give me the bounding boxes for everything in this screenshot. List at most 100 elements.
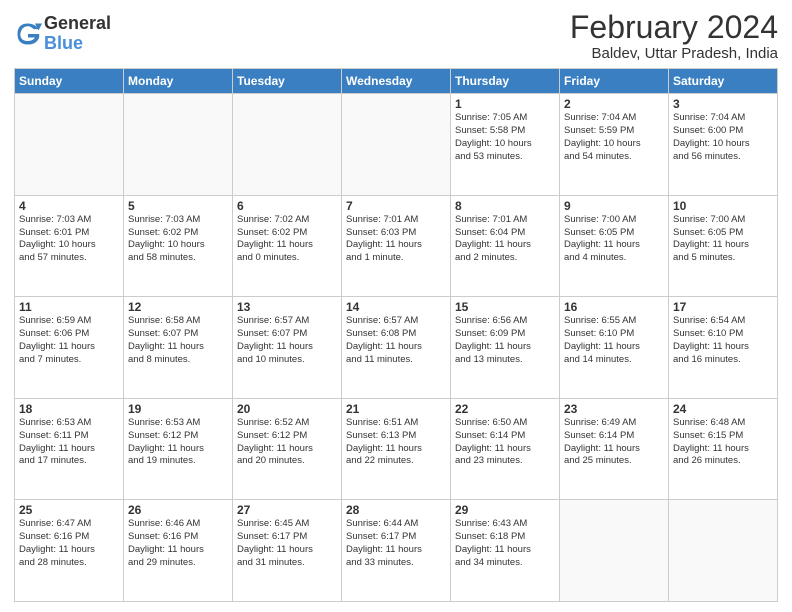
col-friday: Friday	[560, 69, 669, 94]
table-row: 2Sunrise: 7:04 AM Sunset: 5:59 PM Daylig…	[560, 94, 669, 196]
calendar-week-row: 4Sunrise: 7:03 AM Sunset: 6:01 PM Daylig…	[15, 195, 778, 297]
day-number: 27	[237, 503, 337, 517]
day-number: 22	[455, 402, 555, 416]
month-year-title: February 2024	[570, 10, 778, 45]
table-row: 3Sunrise: 7:04 AM Sunset: 6:00 PM Daylig…	[669, 94, 778, 196]
day-info: Sunrise: 7:00 AM Sunset: 6:05 PM Dayligh…	[564, 214, 664, 265]
day-info: Sunrise: 6:56 AM Sunset: 6:09 PM Dayligh…	[455, 315, 555, 366]
page: General Blue February 2024 Baldev, Uttar…	[0, 0, 792, 612]
col-saturday: Saturday	[669, 69, 778, 94]
table-row: 16Sunrise: 6:55 AM Sunset: 6:10 PM Dayli…	[560, 297, 669, 399]
table-row: 6Sunrise: 7:02 AM Sunset: 6:02 PM Daylig…	[233, 195, 342, 297]
col-tuesday: Tuesday	[233, 69, 342, 94]
table-row	[342, 94, 451, 196]
day-info: Sunrise: 7:05 AM Sunset: 5:58 PM Dayligh…	[455, 112, 555, 163]
day-number: 20	[237, 402, 337, 416]
table-row: 24Sunrise: 6:48 AM Sunset: 6:15 PM Dayli…	[669, 398, 778, 500]
day-info: Sunrise: 6:53 AM Sunset: 6:11 PM Dayligh…	[19, 417, 119, 468]
day-info: Sunrise: 7:04 AM Sunset: 5:59 PM Dayligh…	[564, 112, 664, 163]
day-number: 26	[128, 503, 228, 517]
col-sunday: Sunday	[15, 69, 124, 94]
day-info: Sunrise: 6:52 AM Sunset: 6:12 PM Dayligh…	[237, 417, 337, 468]
table-row: 7Sunrise: 7:01 AM Sunset: 6:03 PM Daylig…	[342, 195, 451, 297]
day-info: Sunrise: 6:53 AM Sunset: 6:12 PM Dayligh…	[128, 417, 228, 468]
day-info: Sunrise: 6:46 AM Sunset: 6:16 PM Dayligh…	[128, 518, 228, 569]
day-info: Sunrise: 7:02 AM Sunset: 6:02 PM Dayligh…	[237, 214, 337, 265]
day-number: 10	[673, 199, 773, 213]
day-info: Sunrise: 7:01 AM Sunset: 6:04 PM Dayligh…	[455, 214, 555, 265]
table-row: 28Sunrise: 6:44 AM Sunset: 6:17 PM Dayli…	[342, 500, 451, 602]
day-number: 13	[237, 300, 337, 314]
table-row: 12Sunrise: 6:58 AM Sunset: 6:07 PM Dayli…	[124, 297, 233, 399]
table-row: 26Sunrise: 6:46 AM Sunset: 6:16 PM Dayli…	[124, 500, 233, 602]
day-number: 4	[19, 199, 119, 213]
day-info: Sunrise: 6:45 AM Sunset: 6:17 PM Dayligh…	[237, 518, 337, 569]
day-number: 16	[564, 300, 664, 314]
table-row	[560, 500, 669, 602]
day-number: 17	[673, 300, 773, 314]
day-number: 8	[455, 199, 555, 213]
calendar-week-row: 18Sunrise: 6:53 AM Sunset: 6:11 PM Dayli…	[15, 398, 778, 500]
calendar-week-row: 25Sunrise: 6:47 AM Sunset: 6:16 PM Dayli…	[15, 500, 778, 602]
day-number: 2	[564, 97, 664, 111]
table-row: 13Sunrise: 6:57 AM Sunset: 6:07 PM Dayli…	[233, 297, 342, 399]
day-info: Sunrise: 6:57 AM Sunset: 6:08 PM Dayligh…	[346, 315, 446, 366]
table-row: 4Sunrise: 7:03 AM Sunset: 6:01 PM Daylig…	[15, 195, 124, 297]
logo-icon	[14, 20, 42, 48]
table-row: 1Sunrise: 7:05 AM Sunset: 5:58 PM Daylig…	[451, 94, 560, 196]
day-info: Sunrise: 6:44 AM Sunset: 6:17 PM Dayligh…	[346, 518, 446, 569]
calendar-week-row: 11Sunrise: 6:59 AM Sunset: 6:06 PM Dayli…	[15, 297, 778, 399]
day-info: Sunrise: 6:43 AM Sunset: 6:18 PM Dayligh…	[455, 518, 555, 569]
logo-general-text: General	[44, 14, 111, 34]
logo-text: General Blue	[44, 14, 111, 54]
day-info: Sunrise: 6:55 AM Sunset: 6:10 PM Dayligh…	[564, 315, 664, 366]
table-row: 8Sunrise: 7:01 AM Sunset: 6:04 PM Daylig…	[451, 195, 560, 297]
day-number: 21	[346, 402, 446, 416]
table-row: 27Sunrise: 6:45 AM Sunset: 6:17 PM Dayli…	[233, 500, 342, 602]
table-row: 5Sunrise: 7:03 AM Sunset: 6:02 PM Daylig…	[124, 195, 233, 297]
day-info: Sunrise: 6:49 AM Sunset: 6:14 PM Dayligh…	[564, 417, 664, 468]
table-row: 19Sunrise: 6:53 AM Sunset: 6:12 PM Dayli…	[124, 398, 233, 500]
table-row: 9Sunrise: 7:00 AM Sunset: 6:05 PM Daylig…	[560, 195, 669, 297]
logo-blue-text: Blue	[44, 34, 111, 54]
day-info: Sunrise: 7:03 AM Sunset: 6:01 PM Dayligh…	[19, 214, 119, 265]
logo: General Blue	[14, 14, 111, 54]
table-row: 10Sunrise: 7:00 AM Sunset: 6:05 PM Dayli…	[669, 195, 778, 297]
day-number: 5	[128, 199, 228, 213]
table-row	[124, 94, 233, 196]
calendar-table: Sunday Monday Tuesday Wednesday Thursday…	[14, 68, 778, 602]
table-row: 29Sunrise: 6:43 AM Sunset: 6:18 PM Dayli…	[451, 500, 560, 602]
location-title: Baldev, Uttar Pradesh, India	[570, 45, 778, 62]
table-row: 18Sunrise: 6:53 AM Sunset: 6:11 PM Dayli…	[15, 398, 124, 500]
day-number: 18	[19, 402, 119, 416]
day-number: 12	[128, 300, 228, 314]
header: General Blue February 2024 Baldev, Uttar…	[14, 10, 778, 62]
day-info: Sunrise: 7:03 AM Sunset: 6:02 PM Dayligh…	[128, 214, 228, 265]
day-info: Sunrise: 6:59 AM Sunset: 6:06 PM Dayligh…	[19, 315, 119, 366]
day-number: 19	[128, 402, 228, 416]
calendar-header-row: Sunday Monday Tuesday Wednesday Thursday…	[15, 69, 778, 94]
day-number: 28	[346, 503, 446, 517]
day-number: 9	[564, 199, 664, 213]
table-row: 21Sunrise: 6:51 AM Sunset: 6:13 PM Dayli…	[342, 398, 451, 500]
day-number: 24	[673, 402, 773, 416]
col-thursday: Thursday	[451, 69, 560, 94]
day-number: 7	[346, 199, 446, 213]
day-number: 23	[564, 402, 664, 416]
table-row	[233, 94, 342, 196]
day-number: 29	[455, 503, 555, 517]
day-info: Sunrise: 6:54 AM Sunset: 6:10 PM Dayligh…	[673, 315, 773, 366]
table-row: 20Sunrise: 6:52 AM Sunset: 6:12 PM Dayli…	[233, 398, 342, 500]
day-info: Sunrise: 6:47 AM Sunset: 6:16 PM Dayligh…	[19, 518, 119, 569]
day-number: 14	[346, 300, 446, 314]
day-info: Sunrise: 7:01 AM Sunset: 6:03 PM Dayligh…	[346, 214, 446, 265]
day-number: 1	[455, 97, 555, 111]
day-info: Sunrise: 6:58 AM Sunset: 6:07 PM Dayligh…	[128, 315, 228, 366]
day-number: 25	[19, 503, 119, 517]
calendar-week-row: 1Sunrise: 7:05 AM Sunset: 5:58 PM Daylig…	[15, 94, 778, 196]
day-info: Sunrise: 6:50 AM Sunset: 6:14 PM Dayligh…	[455, 417, 555, 468]
col-wednesday: Wednesday	[342, 69, 451, 94]
table-row: 11Sunrise: 6:59 AM Sunset: 6:06 PM Dayli…	[15, 297, 124, 399]
day-number: 3	[673, 97, 773, 111]
day-info: Sunrise: 6:51 AM Sunset: 6:13 PM Dayligh…	[346, 417, 446, 468]
